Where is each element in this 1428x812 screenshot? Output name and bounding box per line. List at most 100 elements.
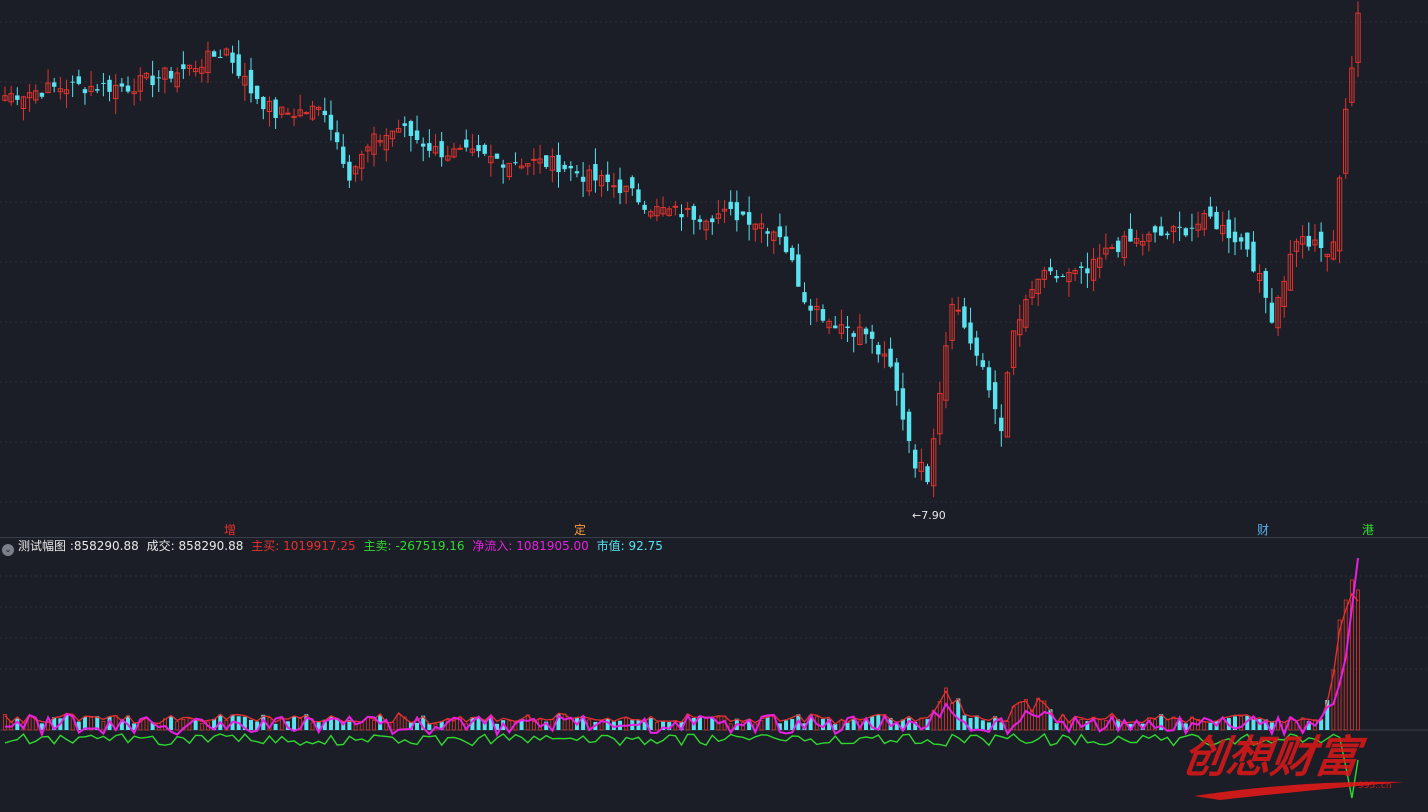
candle-body bbox=[1085, 268, 1090, 274]
candle bbox=[1306, 222, 1311, 251]
candle bbox=[57, 76, 64, 100]
candle bbox=[1245, 232, 1250, 257]
candle bbox=[1097, 243, 1103, 279]
candle bbox=[261, 95, 266, 120]
event-marker-ding[interactable]: 定 bbox=[574, 523, 586, 537]
candle-body bbox=[1115, 240, 1121, 252]
candle bbox=[697, 215, 703, 230]
candle bbox=[291, 108, 297, 127]
candle bbox=[684, 201, 691, 218]
candle bbox=[863, 326, 869, 344]
candle bbox=[1336, 175, 1343, 264]
candle-body bbox=[1189, 227, 1195, 229]
volume-bar bbox=[1122, 723, 1127, 731]
candle bbox=[45, 69, 51, 94]
candlestick-chart[interactable] bbox=[0, 0, 1428, 538]
event-marker-zeng[interactable]: 增 bbox=[224, 523, 236, 537]
candle bbox=[223, 47, 230, 57]
candle bbox=[395, 119, 402, 133]
candle-body bbox=[728, 201, 733, 210]
candle bbox=[1355, 1, 1361, 78]
event-marker-cai[interactable]: 财 bbox=[1257, 523, 1269, 537]
candle bbox=[1226, 210, 1232, 254]
candle bbox=[297, 94, 303, 118]
candle bbox=[660, 196, 666, 217]
candle bbox=[679, 204, 684, 231]
candle-body bbox=[107, 79, 112, 92]
candle-body bbox=[408, 121, 414, 136]
candle bbox=[857, 313, 863, 346]
candle bbox=[1214, 206, 1219, 230]
volume-bar bbox=[784, 720, 789, 730]
candle bbox=[211, 49, 217, 57]
candle bbox=[771, 230, 777, 254]
event-marker-gang[interactable]: 港 bbox=[1362, 523, 1374, 537]
candle-body bbox=[980, 360, 986, 368]
candle bbox=[623, 185, 629, 204]
candle-body bbox=[888, 348, 893, 367]
candle-body bbox=[119, 83, 125, 87]
candle bbox=[802, 282, 807, 305]
candle bbox=[352, 165, 359, 182]
candle bbox=[1128, 213, 1133, 242]
candle bbox=[162, 66, 168, 94]
candle-body bbox=[992, 382, 998, 410]
candle bbox=[334, 120, 340, 150]
candle-body bbox=[1060, 276, 1065, 278]
watermark-text: 创想财富 bbox=[1180, 731, 1369, 783]
candle bbox=[1177, 211, 1182, 242]
candle bbox=[715, 199, 722, 224]
candle bbox=[273, 97, 278, 129]
candle bbox=[52, 77, 57, 93]
candle bbox=[974, 330, 979, 366]
candle bbox=[611, 172, 617, 198]
candle-body bbox=[845, 326, 850, 329]
candle bbox=[513, 152, 518, 166]
candle-body bbox=[236, 54, 241, 76]
candle bbox=[33, 84, 39, 104]
candle bbox=[881, 341, 888, 369]
candle-body bbox=[494, 153, 500, 159]
indicator-name: 测试幅图 bbox=[18, 539, 67, 553]
candle-body bbox=[580, 176, 586, 182]
market-value-label: 市值 bbox=[596, 539, 621, 553]
candle bbox=[402, 116, 407, 138]
candle-body bbox=[1306, 235, 1311, 247]
candle bbox=[1299, 225, 1306, 259]
candle bbox=[1121, 230, 1127, 266]
candle bbox=[181, 51, 186, 79]
main-sell-line bbox=[4, 732, 1359, 799]
candle bbox=[648, 209, 654, 219]
volume-bar bbox=[765, 716, 770, 730]
candle bbox=[421, 137, 426, 162]
candle-body bbox=[894, 362, 899, 391]
candle bbox=[107, 75, 112, 102]
candle bbox=[1060, 273, 1065, 278]
candle-body bbox=[1048, 267, 1053, 272]
candle-body bbox=[968, 322, 973, 344]
candle-body bbox=[322, 110, 327, 116]
candle bbox=[70, 75, 75, 98]
volume-bar bbox=[365, 717, 370, 731]
candle bbox=[1324, 253, 1330, 272]
candle-body bbox=[421, 143, 426, 147]
candle bbox=[728, 190, 733, 216]
watermark-site: 995..cn bbox=[1358, 781, 1392, 791]
collapse-icon[interactable]: ⌄ bbox=[2, 544, 14, 556]
candle bbox=[1004, 370, 1011, 438]
volume-bar bbox=[396, 714, 401, 731]
candle-body bbox=[796, 254, 801, 287]
candle bbox=[1183, 227, 1188, 238]
candle-body bbox=[869, 331, 875, 339]
candle bbox=[734, 190, 740, 232]
candle-body bbox=[691, 206, 696, 220]
candle bbox=[365, 143, 371, 163]
candle bbox=[1159, 216, 1164, 236]
candle-body bbox=[672, 205, 679, 208]
volume-bar bbox=[390, 721, 395, 731]
candle-body bbox=[1214, 211, 1219, 230]
candle-body bbox=[955, 309, 961, 312]
volume-bar bbox=[175, 721, 180, 731]
candle-body bbox=[328, 114, 334, 130]
candle bbox=[937, 381, 943, 445]
